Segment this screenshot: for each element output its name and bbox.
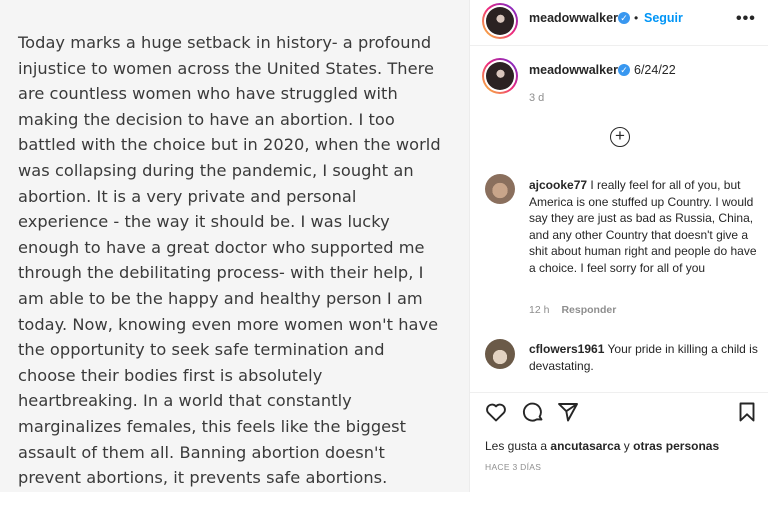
header-username[interactable]: meadowwalker	[529, 11, 618, 25]
post-text-line: today. Now, knowing even more women won'…	[18, 314, 439, 334]
send-icon[interactable]	[556, 400, 580, 424]
comment-time: 12 h	[529, 304, 550, 316]
post-text-line: marginalizes females, this feels like th…	[18, 416, 407, 436]
post-statement-text: Today marks a huge setback in history- a…	[18, 30, 458, 491]
post-text-line: the opportunity to seek safe termination…	[18, 340, 385, 360]
post-text-line: battled with the choice but in 2020, whe…	[18, 135, 441, 155]
post-text-line: injustice to women across the United Sta…	[18, 58, 434, 78]
post-text-line: Today marks a huge setback in history- a…	[18, 33, 432, 52]
post-text-line: experience - the way it should be. I was…	[18, 212, 390, 232]
follow-button[interactable]: Seguir	[644, 11, 683, 25]
post-time-ago: HACE 3 DÍAS	[485, 462, 542, 472]
add-circle-icon[interactable]: +	[610, 127, 630, 147]
comment-item: ajcooke77 I really feel for all of you, …	[529, 177, 761, 276]
post-text-line: prevent abortions, it prevents safe abor…	[18, 468, 388, 488]
comment-icon[interactable]	[521, 400, 545, 424]
post-text-line: was collapsing during the pandemic, I so…	[18, 160, 414, 180]
caption-username[interactable]: meadowwalker	[529, 63, 618, 77]
actions-divider	[470, 392, 768, 393]
heart-icon[interactable]	[484, 400, 508, 424]
post-image: Today marks a huge setback in history- a…	[0, 0, 469, 529]
likes-prefix: Les gusta a	[485, 439, 548, 453]
post-text-line: enough to have a great doctor who suppor…	[18, 237, 425, 257]
more-options-icon[interactable]: •••	[736, 10, 756, 28]
caption-avatar[interactable]	[482, 58, 518, 94]
post-text-line: through the debilitating process- with t…	[18, 263, 424, 283]
post-text-line: assault of them all. Banning abortion do…	[18, 442, 385, 462]
comment-item: cflowers1961 Your pride in killing a chi…	[529, 341, 761, 374]
comment-username[interactable]: ajcooke77	[529, 178, 587, 192]
post-text-line: are countless women who have struggled w…	[18, 84, 398, 104]
comment-body: I really feel for all of you, but Americ…	[529, 178, 757, 275]
likes-user[interactable]: ancutasarca	[550, 439, 620, 453]
post-text-line: heartbreaking. In a world that constantl…	[18, 391, 352, 411]
post-text-line: am able to be the happy and healthy pers…	[18, 288, 423, 308]
bookmark-icon[interactable]	[735, 400, 759, 424]
header-separator: •	[634, 11, 639, 25]
caption-age: 3 d	[529, 92, 545, 104]
reply-button[interactable]: Responder	[561, 304, 616, 316]
post-header: meadowwalker ✓ • Seguir •••	[470, 0, 768, 46]
likes-connector: y	[623, 439, 630, 453]
post-sidebar: meadowwalker ✓ • Seguir ••• meadowwalker…	[469, 0, 768, 529]
caption-date: 6/24/22	[634, 63, 676, 77]
page-bottom	[0, 492, 768, 529]
verified-badge-icon: ✓	[618, 12, 630, 24]
post-text-line: making the decision to have an abortion.…	[18, 109, 395, 129]
comment-meta: 12 h Responder	[529, 304, 616, 316]
post-text-line: choose their bodies first is absolutely	[18, 365, 323, 385]
post-text-line: abortion. It is a very private and perso…	[18, 186, 357, 206]
comment-username[interactable]: cflowers1961	[529, 342, 604, 356]
verified-badge-icon: ✓	[618, 64, 630, 76]
comment-avatar[interactable]	[485, 174, 515, 204]
header-avatar[interactable]	[482, 3, 518, 39]
likes-summary: Les gusta a ancutasarca y otras personas	[485, 439, 719, 453]
comment-avatar[interactable]	[485, 339, 515, 369]
likes-others[interactable]: otras personas	[633, 439, 719, 453]
